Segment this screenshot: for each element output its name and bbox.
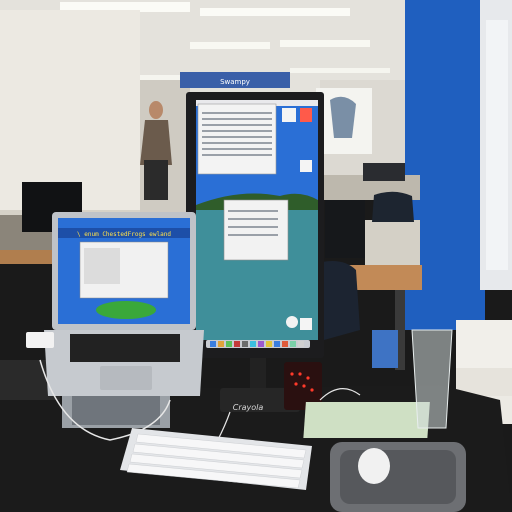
ceiling-light [290, 68, 390, 73]
left-back-desk [0, 250, 60, 264]
finder-window [197, 103, 277, 175]
background-monitor [325, 200, 365, 258]
mouse[interactable] [358, 448, 390, 484]
desktop-icon [286, 316, 298, 328]
frog-graphic [96, 301, 156, 319]
monitor-stand [250, 358, 266, 390]
desktop-icon [300, 108, 312, 122]
window-pane [486, 20, 508, 270]
photo-illustration: Swampy Crayola \ enum ChestedFrogs ewlan… [0, 0, 512, 512]
file-box [456, 320, 512, 370]
monitor-brand-label: Crayola [233, 403, 264, 412]
person-legs [144, 160, 168, 200]
trash-bin [372, 330, 398, 368]
laptop-banner-text: \ enum ChestedFrogs ewland [77, 231, 171, 238]
poster-art [330, 96, 356, 138]
person-body [140, 120, 172, 165]
desktop-icon [282, 108, 296, 122]
laptop-keyboard [70, 334, 180, 362]
laptop-app-panel [84, 248, 120, 284]
laptop-trackpad[interactable] [100, 366, 152, 390]
power-adapter [26, 332, 54, 348]
desk-mat [303, 402, 430, 438]
laptop-stand-inner [72, 395, 160, 425]
background-monitor [363, 163, 405, 181]
drinking-glass [411, 329, 453, 429]
person-head [149, 101, 163, 119]
office-desk-photo: Swampy Crayola \ enum ChestedFrogs ewlan… [0, 0, 512, 512]
desktop-icon [300, 160, 312, 172]
office-chair [372, 191, 414, 222]
wall-sign-text: Swampy [220, 78, 250, 86]
background-monitor [365, 220, 420, 265]
desktop-icon [300, 318, 312, 330]
mouse-pad-inner [340, 450, 456, 504]
ceiling-light [280, 40, 370, 47]
ceiling-light [200, 8, 350, 16]
ceiling-light [190, 42, 270, 49]
dialog-window [223, 199, 289, 261]
office-chair [322, 261, 360, 340]
